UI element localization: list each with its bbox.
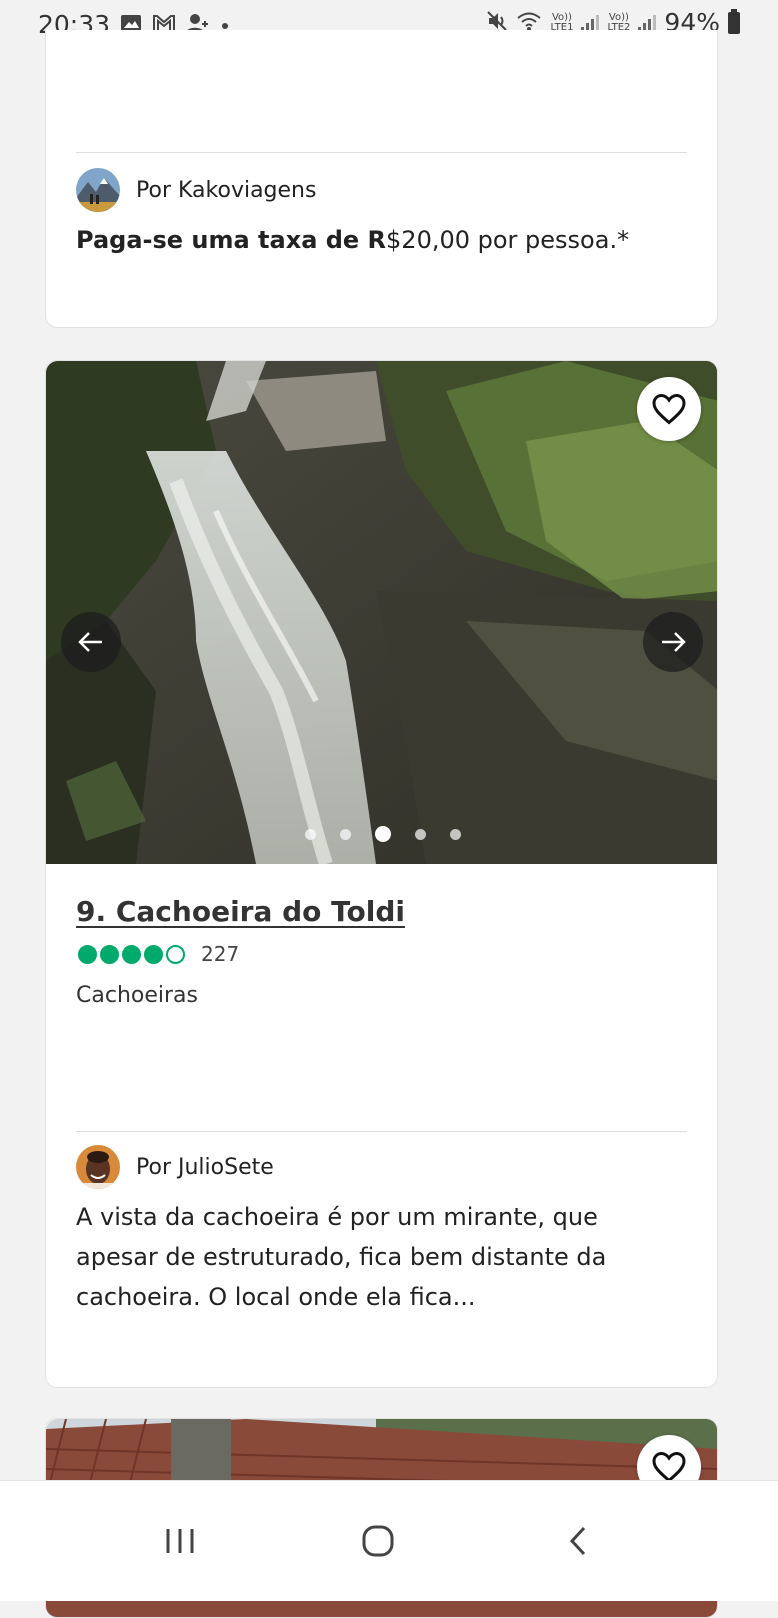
home-button[interactable] [348, 1511, 408, 1571]
attraction-card[interactable]: 9. Cachoeira do Toldi 227 Cachoeiras Por… [45, 360, 718, 1388]
rating-row[interactable]: 227 [78, 942, 239, 966]
review-author-row: Por JulioSete [76, 1145, 274, 1189]
review-author-name: JulioSete [178, 1154, 274, 1180]
carousel-dot[interactable] [304, 828, 316, 840]
next-photo-button[interactable] [643, 612, 703, 672]
back-button[interactable] [548, 1511, 608, 1571]
previous-attraction-card[interactable]: Por Kakoviagens Paga-se uma taxa de R$20… [45, 30, 718, 328]
review-snippet[interactable]: A vista da cachoeira é por um mirante, q… [76, 1197, 687, 1317]
home-icon [362, 1525, 394, 1557]
carousel-dot-active[interactable] [374, 826, 391, 842]
review-text-line: cachoeira. O local onde ela fica... [76, 1283, 476, 1311]
arrow-left-icon [78, 632, 102, 652]
review-author-row: Por Kakoviagens [76, 168, 316, 212]
rating-bubbles [78, 944, 188, 964]
review-text-bold: Paga-se uma taxa de R [76, 226, 387, 254]
card-divider [76, 1131, 687, 1132]
recent-apps-button[interactable] [150, 1511, 210, 1571]
review-author-name: Kakoviagens [178, 177, 317, 203]
save-favorite-button[interactable] [637, 377, 701, 441]
avatar[interactable] [76, 1145, 120, 1189]
review-snippet[interactable]: Paga-se uma taxa de R$20,00 por pessoa.* [76, 220, 687, 260]
review-author[interactable]: Por JulioSete [136, 1155, 274, 1180]
review-text-line: apesar de estruturado, fica bem distante… [76, 1243, 607, 1271]
card-divider [76, 152, 687, 153]
lte2-top-label: Vo)) [608, 11, 629, 23]
back-icon [569, 1526, 586, 1556]
arrow-right-icon [662, 632, 686, 652]
heart-icon [652, 393, 686, 425]
rating-bubble-empty [166, 944, 185, 964]
carousel-dot[interactable] [449, 828, 461, 840]
review-author[interactable]: Por Kakoviagens [136, 178, 316, 203]
attraction-category: Cachoeiras [76, 983, 198, 1008]
rating-bubble-filled [144, 944, 163, 964]
rating-bubble-filled [122, 944, 141, 964]
carousel-dot[interactable] [339, 828, 351, 840]
signal-icon [581, 14, 600, 32]
lte1-top-label: Vo)) [551, 11, 572, 23]
battery-icon [728, 8, 740, 34]
review-count: 227 [201, 942, 240, 966]
carousel-indicator[interactable] [46, 826, 717, 842]
recent-apps-icon [166, 1529, 194, 1553]
system-navigation-bar [0, 1480, 778, 1601]
attraction-title[interactable]: 9. Cachoeira do Toldi [76, 895, 405, 928]
rating-bubble-filled [100, 944, 119, 964]
review-text-regular: $20,00 por pessoa.* [386, 226, 630, 254]
avatar[interactable] [76, 168, 120, 212]
rating-bubble-filled [78, 944, 97, 964]
carousel-dot[interactable] [414, 828, 426, 840]
signal-icon [638, 14, 657, 32]
heart-icon [652, 1451, 686, 1483]
review-by-prefix: Por [136, 177, 171, 203]
review-text-line: A vista da cachoeira é por um mirante, q… [76, 1203, 598, 1231]
attraction-photo[interactable] [46, 361, 717, 864]
previous-photo-button[interactable] [61, 612, 121, 672]
review-by-prefix: Por [136, 1154, 171, 1180]
